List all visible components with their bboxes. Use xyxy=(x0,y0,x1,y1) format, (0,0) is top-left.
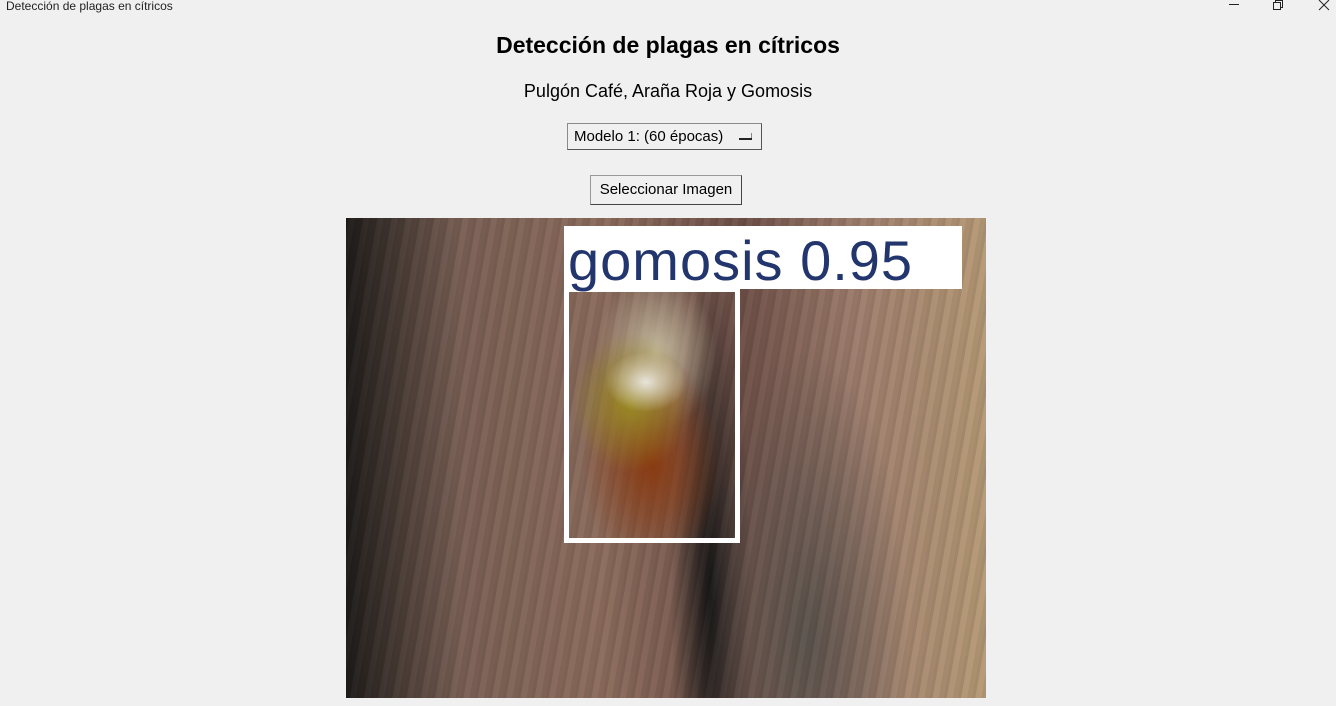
minimize-icon[interactable] xyxy=(1224,0,1244,12)
window-titlebar: Detección de plagas en cítricos xyxy=(0,0,1336,14)
model-select[interactable]: Modelo 1: (60 épocas) xyxy=(567,123,762,150)
window-title: Detección de plagas en cítricos xyxy=(6,0,173,13)
close-icon[interactable] xyxy=(1314,0,1334,12)
detection-bounding-box xyxy=(564,287,740,543)
page-subtitle: Pulgón Café, Araña Roja y Gomosis xyxy=(523,81,813,101)
option-menu-indicator-icon xyxy=(739,133,752,140)
restore-icon[interactable] xyxy=(1268,0,1288,12)
select-image-button[interactable]: Seleccionar Imagen xyxy=(590,175,742,205)
result-image: gomosis 0.95 xyxy=(346,218,986,698)
model-select-value: Modelo 1: (60 épocas) xyxy=(574,128,724,145)
detection-label: gomosis 0.95 xyxy=(568,229,914,292)
page-title: Detección de plagas en cítricos xyxy=(496,32,840,58)
